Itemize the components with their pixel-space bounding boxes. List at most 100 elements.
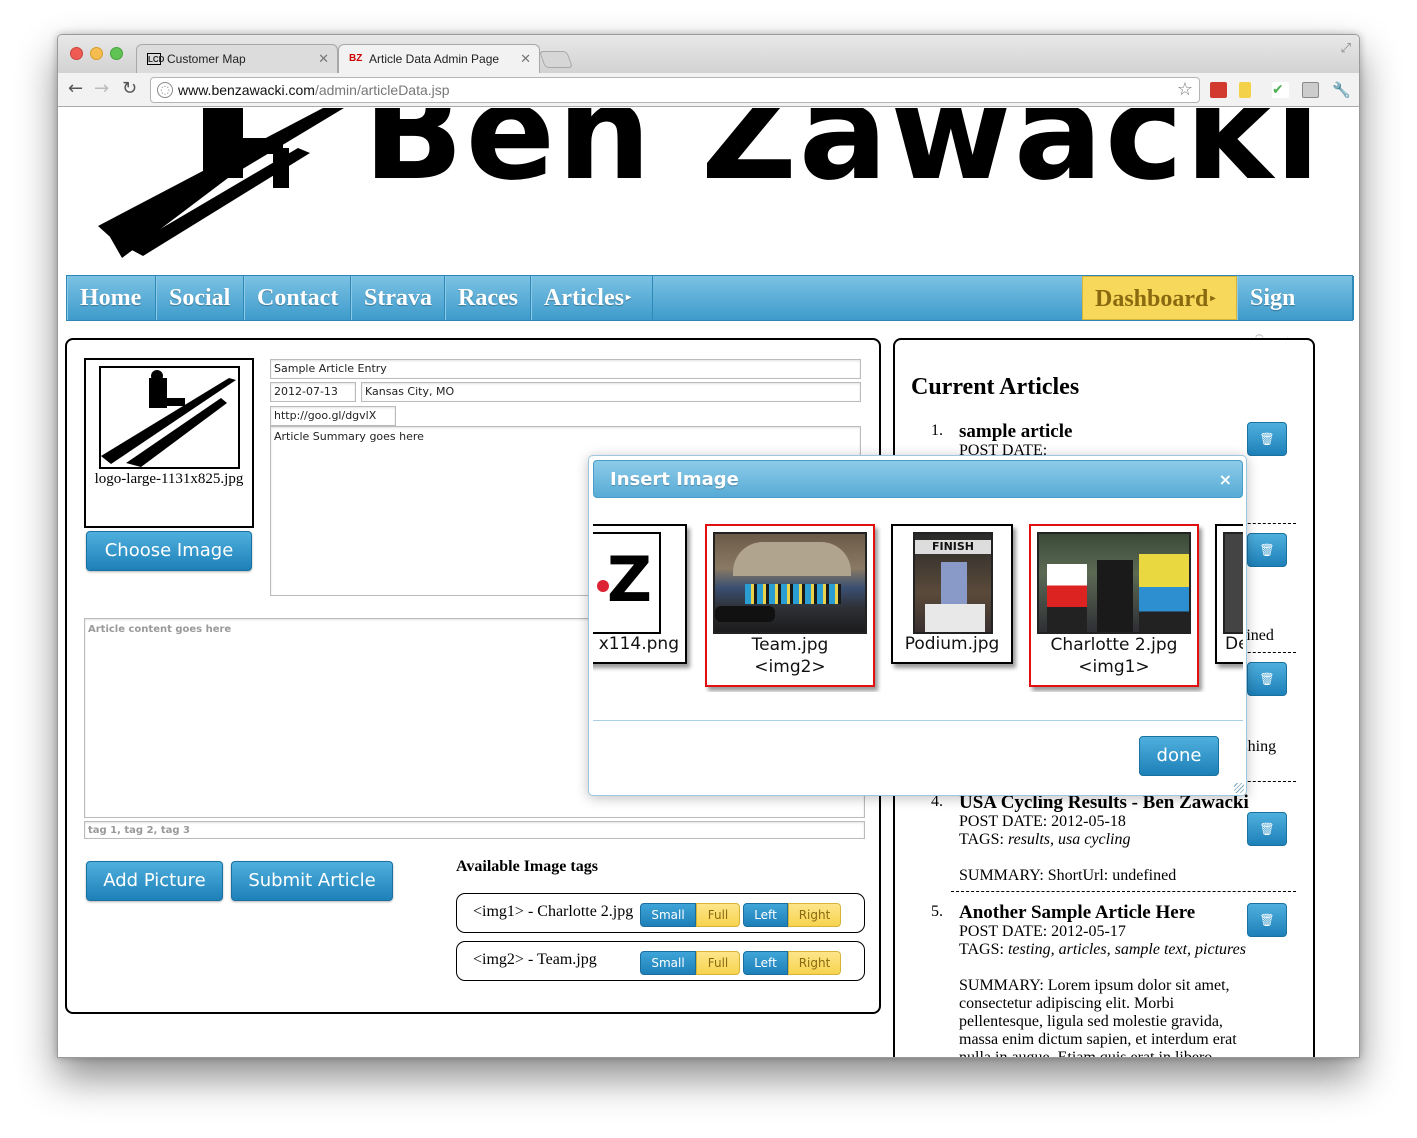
image-thumbnail bbox=[713, 532, 867, 634]
globe-icon: ◌ bbox=[157, 82, 173, 98]
done-button[interactable]: done bbox=[1139, 736, 1219, 776]
article-date-field[interactable]: 2012-07-13 bbox=[270, 382, 356, 402]
image-thumbnail bbox=[1037, 532, 1191, 634]
bookmark-extension-icon[interactable] bbox=[1210, 82, 1227, 98]
dialog-header: Insert Image × bbox=[593, 460, 1243, 498]
align-left-button[interactable]: Left bbox=[743, 903, 788, 927]
image-tag: <img2> bbox=[754, 657, 826, 677]
delete-article-button[interactable]: 🗑 bbox=[1247, 812, 1287, 846]
reload-icon[interactable]: ↻ bbox=[122, 79, 137, 99]
image-card-selected[interactable]: Team.jpg <img2> bbox=[705, 524, 875, 687]
main-nav: Home Social Contact Strava Races Article… bbox=[66, 275, 1354, 355]
close-window-button[interactable] bbox=[70, 47, 83, 60]
article-number: 5. bbox=[931, 903, 943, 920]
image-caption: Charlotte 2.jpg bbox=[1050, 635, 1178, 655]
nav-races[interactable]: Races bbox=[445, 276, 531, 320]
nav-home[interactable]: Home bbox=[67, 276, 156, 320]
logo-dot bbox=[597, 580, 609, 592]
caret-right-icon: ▸ bbox=[1210, 293, 1216, 304]
tab-close-icon[interactable]: ✕ bbox=[318, 45, 329, 73]
image-card[interactable]: Z x114.png bbox=[593, 524, 687, 664]
nav-sign-out[interactable]: Sign Out bbox=[1237, 276, 1354, 355]
cyclist-logo-icon bbox=[101, 370, 236, 467]
article-summary: SUMMARY: Lorem ipsum dolor sit amet, con… bbox=[959, 977, 1237, 1058]
close-icon[interactable]: × bbox=[1219, 461, 1232, 499]
image-caption: x114.png bbox=[598, 634, 679, 654]
article-summary: SUMMARY: ShortUrl: undefined bbox=[959, 867, 1177, 884]
image-card[interactable]: De bbox=[1215, 524, 1243, 664]
delete-article-button[interactable]: 🗑 bbox=[1247, 422, 1287, 456]
insert-image-dialog: Insert Image × Z x114.png Team.jpg <img2… bbox=[588, 455, 1247, 796]
current-articles-heading: Current Articles bbox=[911, 374, 1080, 400]
article-title[interactable]: sample article bbox=[959, 422, 1259, 442]
image-tag-label: <img2> - Team.jpg bbox=[473, 951, 597, 968]
article-title-field[interactable]: Sample Article Entry bbox=[270, 359, 861, 379]
image-card[interactable]: FINISH Podium.jpg bbox=[891, 524, 1013, 664]
page-viewport: Ben Zawacki Home Social Contact Strava R… bbox=[58, 108, 1359, 1058]
url-text: www.benzawacki.com/admin/articleData.jsp bbox=[178, 82, 450, 98]
minimize-window-button[interactable] bbox=[90, 47, 103, 60]
site-title: Ben Zawacki bbox=[363, 108, 1323, 210]
submit-article-button[interactable]: Submit Article bbox=[231, 861, 393, 901]
tags-placeholder: tag 1, tag 2, tag 3 bbox=[88, 825, 190, 836]
phone-extension-icon[interactable] bbox=[1239, 82, 1251, 98]
back-arrow-icon[interactable]: ← bbox=[68, 79, 83, 99]
trash-icon: 🗑 bbox=[1259, 432, 1275, 446]
delete-article-button[interactable]: 🗑 bbox=[1247, 662, 1287, 696]
size-full-button[interactable]: Full bbox=[696, 951, 740, 975]
dialog-title: Insert Image bbox=[610, 469, 739, 490]
fullscreen-icon[interactable]: ⤢ bbox=[1341, 41, 1351, 56]
new-tab-button[interactable] bbox=[538, 51, 574, 68]
article-location-field[interactable]: Kansas City, MO bbox=[361, 382, 861, 402]
wrench-menu-icon[interactable]: 🔧 bbox=[1332, 82, 1351, 98]
size-full-button[interactable]: Full bbox=[696, 903, 740, 927]
site-banner: Ben Zawacki bbox=[58, 108, 1359, 275]
checkmark-extension-icon[interactable]: ✔ bbox=[1272, 82, 1289, 98]
align-right-button[interactable]: Right bbox=[788, 951, 841, 975]
cyclist-logo-icon bbox=[98, 108, 344, 258]
short-url-field[interactable]: http://goo.gl/dgvlX bbox=[270, 406, 396, 426]
tab-customer-map[interactable]: LCD Customer Map ✕ bbox=[136, 44, 338, 73]
article-title[interactable]: USA Cycling Results - Ben Zawacki bbox=[959, 793, 1259, 813]
finish-banner: FINISH bbox=[915, 540, 991, 554]
delete-article-button[interactable]: 🗑 bbox=[1247, 533, 1287, 567]
mail-extension-icon[interactable] bbox=[1302, 82, 1319, 98]
image-carousel[interactable]: Z x114.png Team.jpg <img2> FINISH Podium… bbox=[593, 512, 1243, 692]
delete-article-button[interactable]: 🗑 bbox=[1247, 903, 1287, 937]
image-caption: De bbox=[1225, 634, 1243, 654]
nav-contact[interactable]: Contact bbox=[244, 276, 351, 320]
size-small-button[interactable]: Small bbox=[640, 903, 696, 927]
image-card-selected[interactable]: Charlotte 2.jpg <img1> bbox=[1029, 524, 1199, 687]
caret-right-icon: ▸ bbox=[625, 292, 631, 303]
trash-icon: 🗑 bbox=[1259, 913, 1275, 927]
image-thumbnail: Z bbox=[593, 532, 661, 634]
content-placeholder: Article content goes here bbox=[88, 624, 232, 635]
tab-close-icon[interactable]: ✕ bbox=[520, 45, 531, 73]
nav-strava[interactable]: Strava bbox=[351, 276, 445, 320]
tab-strip: LCD Customer Map ✕ BZ Article Data Admin… bbox=[58, 35, 1359, 73]
nav-articles[interactable]: Articles ▸ bbox=[531, 276, 653, 320]
align-right-button[interactable]: Right bbox=[788, 903, 841, 927]
nav-social[interactable]: Social bbox=[156, 276, 244, 320]
article-title[interactable]: Another Sample Article Here bbox=[959, 903, 1259, 923]
bookmark-star-icon[interactable]: ☆ bbox=[1177, 79, 1193, 100]
address-bar[interactable]: ◌ www.benzawacki.com/admin/articleData.j… bbox=[150, 77, 1200, 103]
choose-image-button[interactable]: Choose Image bbox=[86, 531, 252, 571]
image-filename: logo-large-1131x825.jpg bbox=[94, 471, 244, 487]
tab-label: Article Data Admin Page bbox=[369, 52, 500, 66]
image-caption: Podium.jpg bbox=[904, 634, 1000, 654]
nav-dashboard[interactable]: Dashboard ▸ bbox=[1082, 276, 1237, 320]
bz-favicon-icon: BZ bbox=[349, 53, 363, 64]
tags-field[interactable]: tag 1, tag 2, tag 3 bbox=[84, 821, 865, 839]
image-tag-label: <img1> - Charlotte 2.jpg bbox=[473, 903, 634, 920]
tab-label: Customer Map bbox=[167, 52, 246, 66]
zoom-window-button[interactable] bbox=[110, 47, 123, 60]
tab-article-admin[interactable]: BZ Article Data Admin Page ✕ bbox=[338, 44, 540, 73]
resize-grip-icon[interactable] bbox=[1234, 783, 1244, 793]
align-left-button[interactable]: Left bbox=[743, 951, 788, 975]
image-tag-row: <img1> - Charlotte 2.jpg Small Full Left… bbox=[456, 893, 865, 933]
size-small-button[interactable]: Small bbox=[640, 951, 696, 975]
add-picture-button[interactable]: Add Picture bbox=[86, 861, 223, 901]
article-post-date: POST DATE: 2012-05-17 bbox=[959, 923, 1126, 940]
forward-arrow-icon[interactable]: → bbox=[94, 79, 109, 99]
